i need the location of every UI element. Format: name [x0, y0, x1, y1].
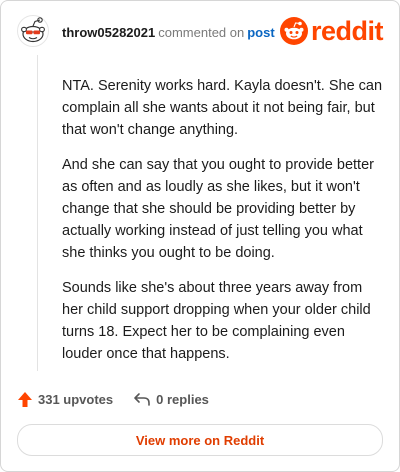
reply-arrow-icon — [134, 393, 150, 406]
embedded-comment-card: throw05282021 commented on post reddit NTA… — [0, 0, 400, 472]
user-avatar[interactable] — [17, 15, 49, 47]
upvote-arrow-icon — [18, 391, 32, 407]
comment-body: NTA. Serenity works hard. Kayla doesn't.… — [62, 75, 384, 378]
view-more-button[interactable]: View more on Reddit — [17, 424, 383, 456]
comment-meta: throw05282021 commented on post — [62, 25, 275, 41]
upvotes-stat[interactable]: 331 upvotes — [17, 391, 113, 408]
comment-paragraph: Sounds like she's about three years away… — [62, 280, 371, 362]
reddit-wordmark: reddit — [310, 16, 384, 46]
replies-label: 0 replies — [156, 391, 209, 407]
view-more-label: View more on Reddit — [135, 432, 265, 448]
comment-header: throw05282021 commented on post reddit — [1, 1, 399, 65]
action-text: commented on — [158, 25, 245, 40]
comment-paragraph: NTA. Serenity works hard. Kayla doesn't.… — [62, 78, 383, 138]
upvotes-label: 331 upvotes — [38, 391, 114, 407]
comment-paragraph: And she can say that you ought to provid… — [62, 157, 374, 261]
reddit-snoo-icon — [279, 17, 308, 45]
thread-line — [37, 55, 38, 371]
comment-footer: 331 upvotes 0 replies — [17, 389, 209, 409]
username-link[interactable]: throw05282021 — [62, 25, 155, 40]
reddit-logo[interactable]: reddit — [279, 16, 384, 46]
post-link[interactable]: post — [247, 25, 274, 40]
replies-stat[interactable]: 0 replies — [133, 391, 209, 407]
